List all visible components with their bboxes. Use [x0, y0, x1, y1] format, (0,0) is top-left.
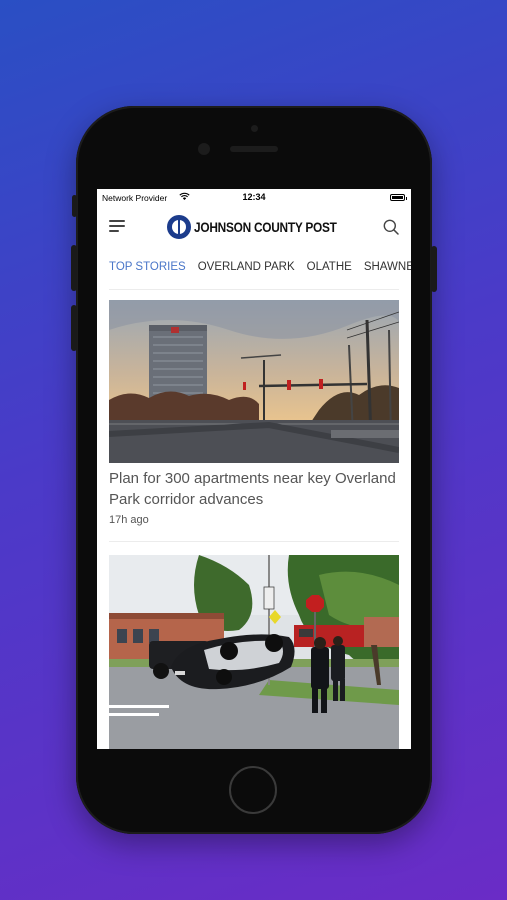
app-header: JOHNSON COUNTY POST: [97, 209, 411, 245]
tabs-divider: [109, 289, 399, 290]
story-divider: [109, 541, 399, 542]
logo-text: JOHNSON COUNTY POST: [194, 219, 337, 235]
story-image[interactable]: [109, 300, 399, 463]
search-icon[interactable]: [383, 219, 399, 235]
earpiece-speaker: [230, 146, 278, 152]
clock: 12:34: [242, 192, 266, 202]
home-button[interactable]: [229, 766, 277, 814]
story-headline[interactable]: Plan for 300 apartments near key Overlan…: [109, 468, 399, 510]
volume-down-button: [71, 305, 77, 351]
story-timestamp: 17h ago: [109, 514, 149, 526]
tab-olathe[interactable]: OLATHE: [307, 261, 352, 273]
status-bar: Network Provider 12:34: [97, 189, 411, 206]
logo-emblem-icon: [167, 215, 191, 239]
front-sensor: [251, 125, 258, 132]
mute-switch: [72, 195, 77, 217]
site-logo[interactable]: JOHNSON COUNTY POST: [167, 213, 356, 241]
tab-top-stories[interactable]: TOP STORIES: [109, 261, 186, 273]
battery-icon: [390, 194, 407, 201]
tab-overland-park[interactable]: OVERLAND PARK: [198, 261, 295, 273]
section-tabs: TOP STORIES OVERLAND PARK OLATHE SHAWNEE: [109, 261, 411, 277]
volume-up-button: [71, 245, 77, 291]
hamburger-menu-icon[interactable]: [109, 220, 125, 232]
story-image[interactable]: [109, 555, 399, 749]
app-screen: Network Provider 12:34 JOHNSON COUNTY PO…: [97, 189, 411, 749]
power-button: [431, 246, 437, 292]
front-camera: [198, 143, 210, 155]
tab-shawnee[interactable]: SHAWNEE: [364, 261, 411, 273]
